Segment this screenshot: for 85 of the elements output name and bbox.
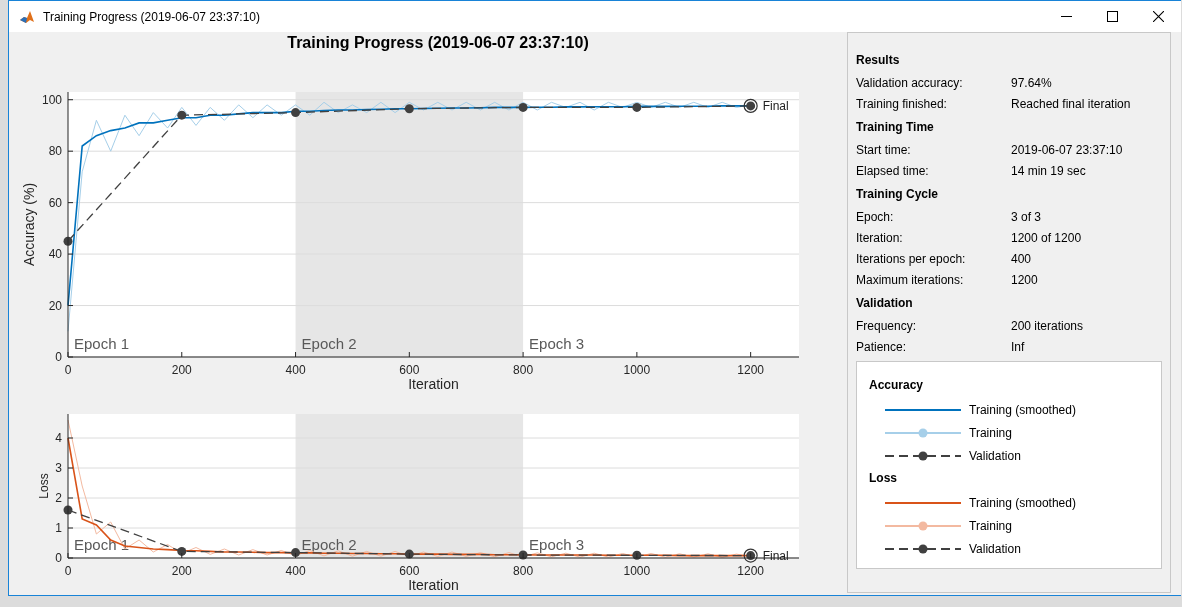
x-tick-label: 0 [64,564,72,578]
y-tick-label: 2 [55,491,62,505]
x-tick-label: 1200 [737,564,764,578]
validation-point [291,108,301,118]
epoch-label: Epoch 2 [301,335,357,352]
section-title: Training Cycle [856,187,940,201]
info-label: Maximum iterations: [856,272,965,287]
y-tick-label: 80 [48,144,62,159]
legend-label: Validation [969,448,1021,463]
y-tick-label: 1 [55,521,62,535]
info-label: Patience: [856,339,908,354]
epoch-label: Epoch 2 [301,536,357,553]
info-label: Frequency: [856,318,918,333]
info-label: Elapsed time: [856,163,930,178]
legend-label: Training [969,518,1012,533]
y-tick-label: 40 [48,247,62,262]
validation-point [177,110,187,120]
x-tick-label: 200 [171,564,192,578]
y-tick-label: 4 [55,431,62,445]
validation-point [63,236,73,246]
info-value: 1200 [1011,272,1038,287]
x-tick-label: 1000 [623,564,651,578]
x-tick-label: 0 [64,363,72,377]
section-title: Training Time [856,120,935,134]
info-value: 97.64% [1011,75,1052,90]
window-title: Training Progress (2019-06-07 23:37:10) [43,9,261,24]
info-value: 1200 of 1200 [1011,230,1082,245]
validation-point [632,102,642,112]
maximize-icon [1106,11,1118,22]
x-tick-label: 1200 [737,363,764,377]
info-value: 3 of 3 [1011,209,1042,224]
epoch-label: Epoch 3 [529,536,585,553]
y-tick-label: 100 [41,92,62,107]
validation-point [291,548,301,558]
validation-point [404,549,414,559]
legend-label: Validation [969,541,1021,556]
section-title: Validation [856,296,914,310]
validation-point [632,550,642,560]
validation-point [518,550,528,560]
epoch-label: Epoch 1 [74,335,130,352]
info-label: Epoch: [856,209,895,224]
x-tick-label: 600 [399,363,420,377]
info-value: Inf [1011,339,1025,354]
x-tick-label: 400 [285,564,306,578]
x-tick-label: 600 [399,564,420,578]
info-value: 2019-06-07 23:37:10 [1011,142,1123,157]
info-label: Training finished: [856,96,948,111]
x-tick-label: 800 [513,564,534,578]
info-label: Iterations per epoch: [856,251,967,266]
y-tick-label: 20 [48,298,62,313]
legend-label: Training [969,425,1012,440]
x-tick-label: 800 [513,363,534,377]
close-icon [1152,11,1164,22]
y-axis-label: Loss [37,473,51,499]
validation-point [404,104,414,114]
final-label: Final [762,98,789,113]
legend-title: Accuracy [869,378,925,392]
x-axis-label: Iteration [408,376,459,392]
section-title: Results [856,53,901,67]
x-tick-label: 200 [171,363,192,377]
minimize-icon [1060,16,1072,17]
legend-label: Training (smoothed) [969,402,1076,417]
final-label: Final [762,548,789,563]
validation-point [518,102,528,112]
y-axis-label: Accuracy (%) [21,182,37,267]
validation-point [63,505,73,515]
y-tick-label: 60 [48,195,62,210]
chart-title: Training Progress (2019-06-07 23:37:10) [287,33,589,53]
info-value: 14 min 19 sec [1011,163,1086,178]
info-value: Reached final iteration [1011,96,1131,111]
legend-label: Training (smoothed) [969,495,1076,510]
info-value: 400 [1011,251,1032,266]
x-tick-label: 1000 [623,363,651,377]
y-tick-label: 0 [55,350,62,364]
validation-point [177,546,187,556]
info-label: Iteration: [856,230,904,245]
info-value: 200 iterations [1011,318,1084,333]
y-tick-label: 0 [55,551,62,565]
x-axis-label: Iteration [408,577,459,593]
info-label: Start time: [856,142,912,157]
x-tick-label: 400 [285,363,306,377]
epoch-label: Epoch 3 [529,335,585,352]
legend-title: Loss [869,471,898,485]
y-tick-label: 3 [55,461,62,475]
info-label: Validation accuracy: [856,75,964,90]
